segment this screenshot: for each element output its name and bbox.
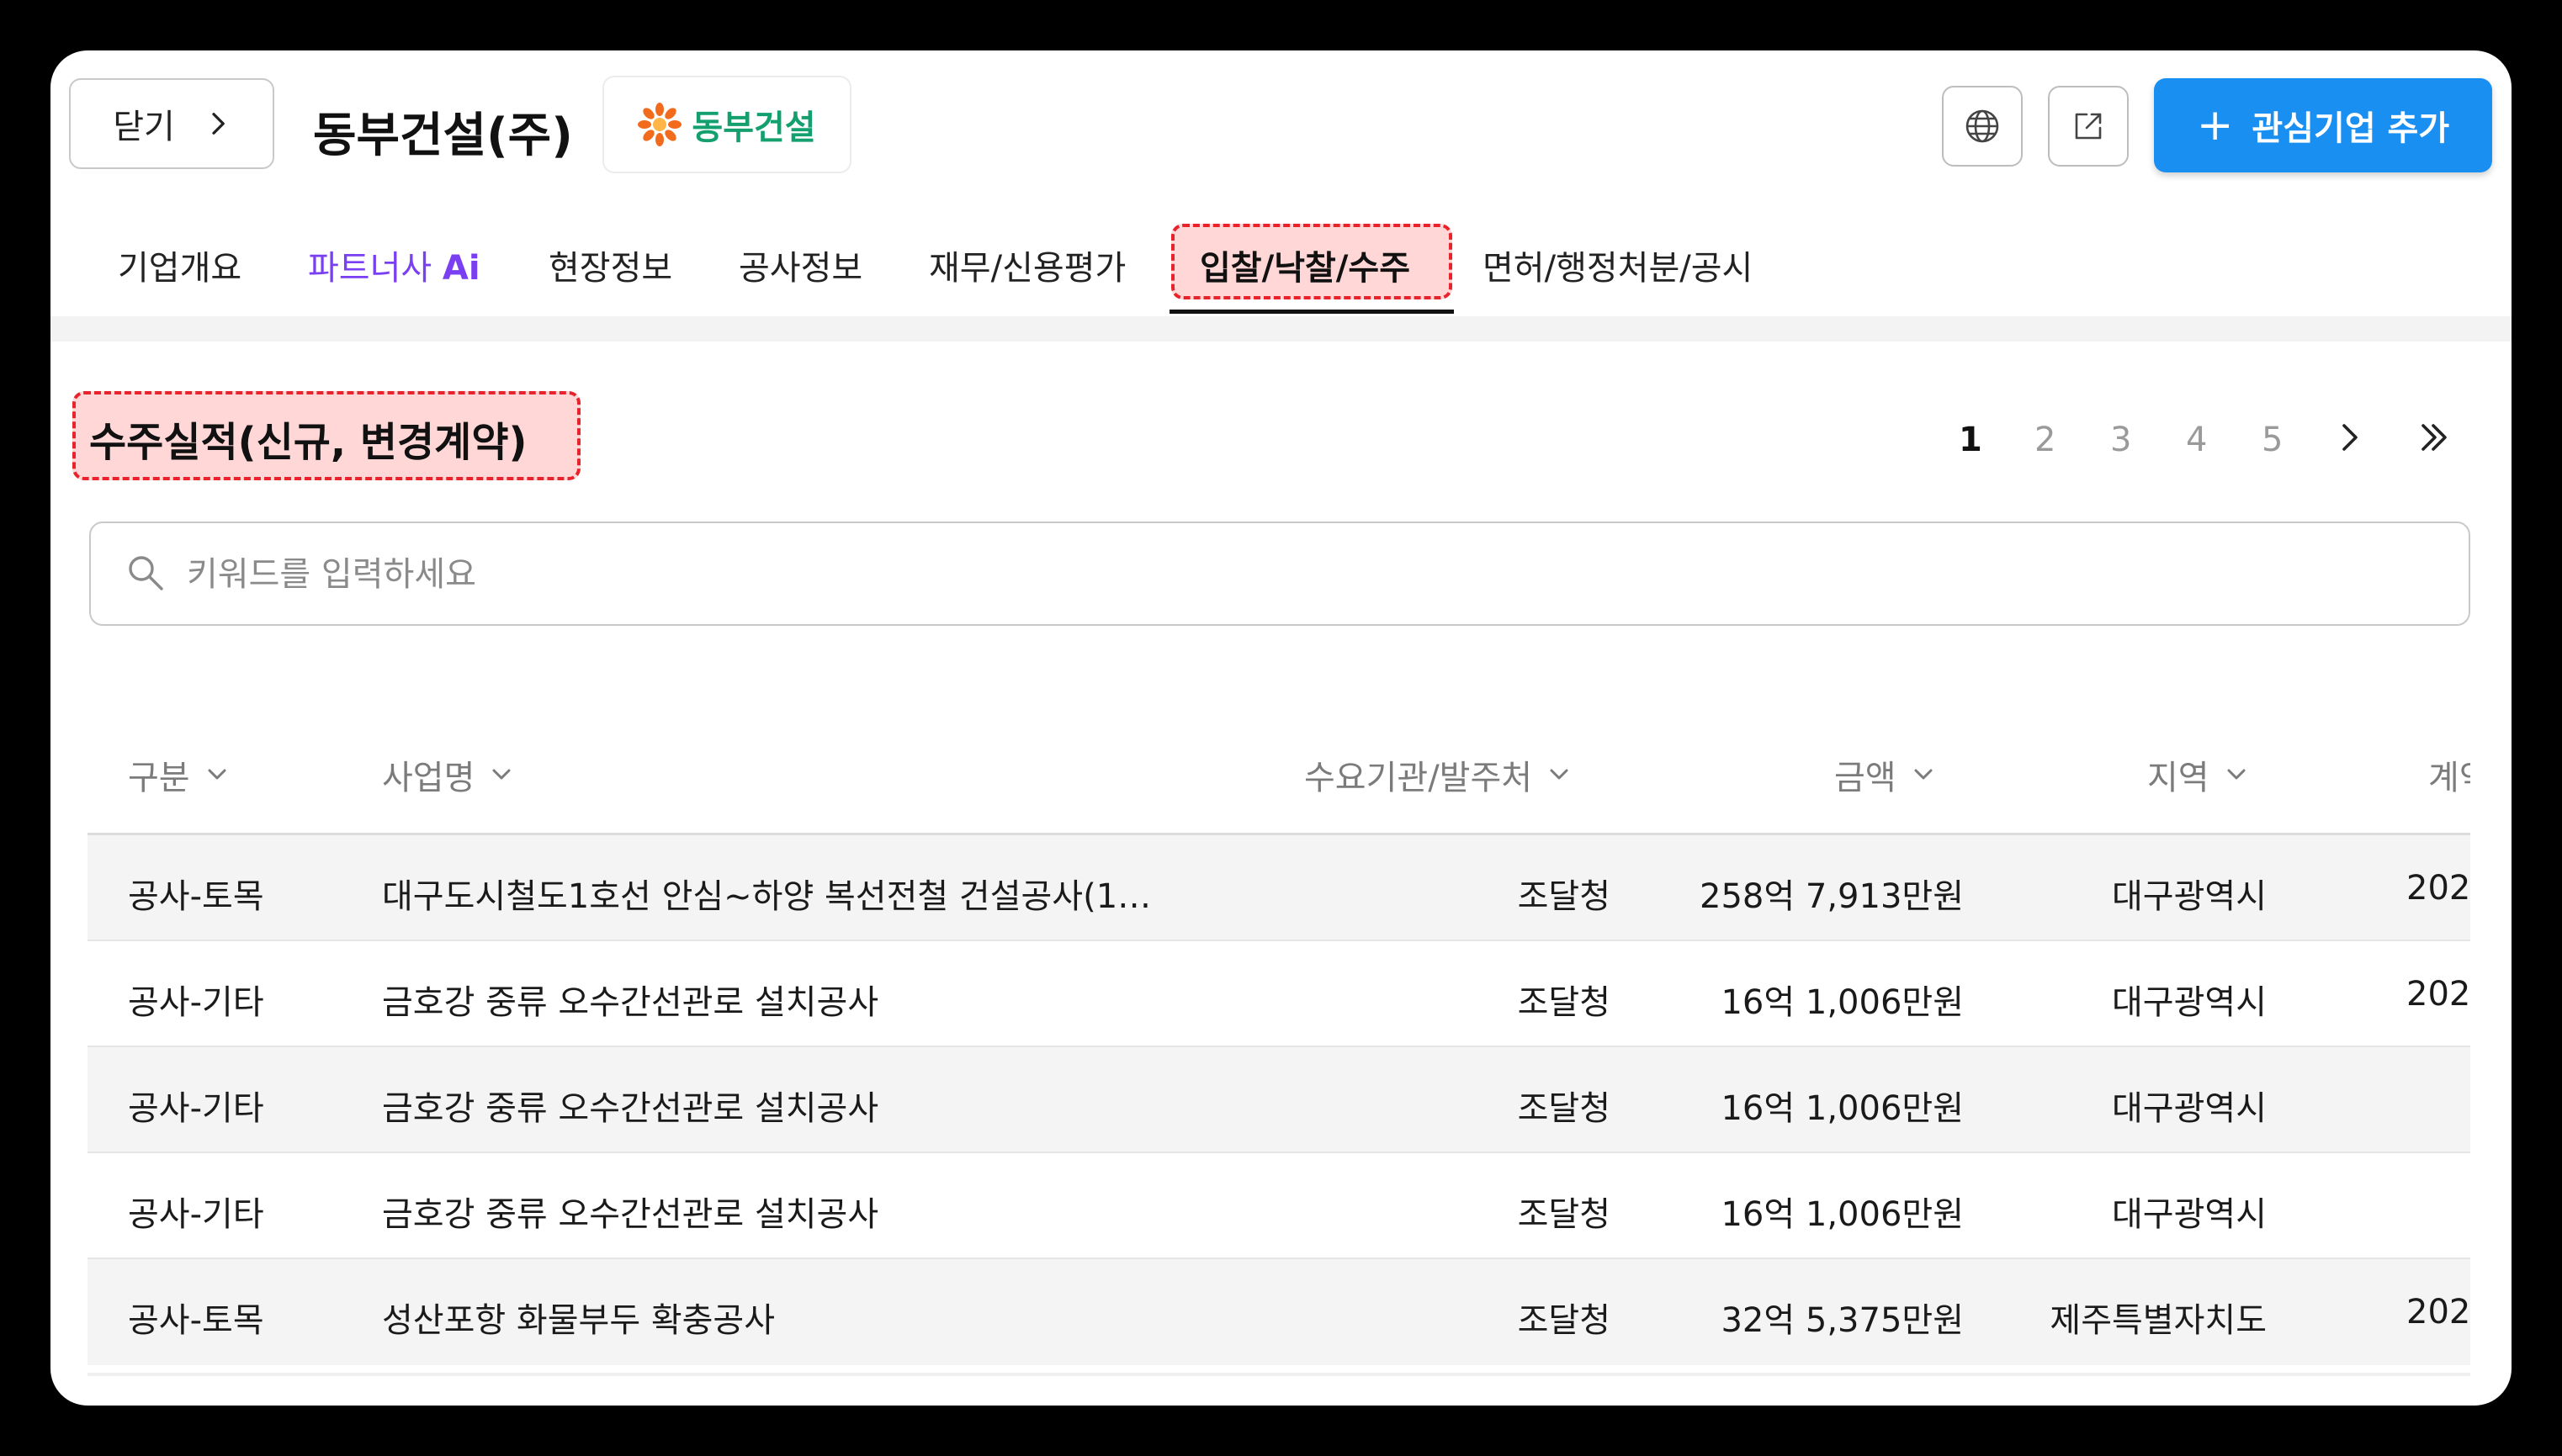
external-link-icon	[2075, 113, 2102, 140]
cell-amount: 16억 1,006만원	[1721, 983, 1964, 1022]
tab-divider	[50, 316, 2512, 341]
page-1[interactable]: 1	[1959, 421, 1982, 459]
company-detail-panel: 닫기 동부건설(주) 동부건설 + 관심기업 추가 기업개요 파트너사 Ai 현…	[50, 50, 2512, 1406]
tab-licenses-disclosures[interactable]: 면허/행정처분/공시	[1483, 241, 1753, 289]
close-button-label: 닫기	[113, 108, 175, 146]
plus-icon: +	[2196, 100, 2234, 151]
horizontal-scrollbar[interactable]	[88, 1373, 2470, 1376]
column-header-region[interactable]: 지역	[2147, 750, 2248, 799]
tab-partner-ai-suffix: Ai	[442, 249, 480, 288]
cell-type: 공사-기타	[128, 1195, 264, 1234]
tab-finance-credit[interactable]: 재무/신용평가	[929, 241, 1126, 289]
cell-project-name: 대구도시철도1호선 안심~하양 복선전철 건설공사(1…	[382, 877, 1152, 916]
chevron-down-icon	[1550, 769, 1568, 780]
cell-region: 대구광역시	[2112, 877, 2267, 916]
column-header-label: 사업명	[382, 759, 475, 797]
next-page-icon[interactable]	[2329, 417, 2369, 458]
sunflower-logo-icon	[638, 103, 682, 146]
page-2[interactable]: 2	[2034, 421, 2055, 459]
last-page-icon[interactable]	[2413, 417, 2453, 458]
column-header-type[interactable]: 구분	[128, 750, 229, 799]
contracts-table: 구분 사업명 수요기관/발주처 금액 지역 계약 공사-토목 대구도시철도1호선…	[88, 673, 2470, 1376]
tab-company-overview[interactable]: 기업개요	[118, 241, 241, 289]
chevron-down-icon	[208, 769, 226, 780]
cell-agency: 조달청	[1517, 1301, 1610, 1340]
table-row[interactable]: 공사-토목 성산포항 화물부두 확충공사 조달청 32억 5,375만원 제주특…	[88, 1259, 2470, 1365]
column-header-label: 계약	[2428, 759, 2470, 797]
language-button[interactable]	[1942, 86, 2023, 167]
open-external-button[interactable]	[2048, 86, 2129, 167]
page-3[interactable]: 3	[2110, 421, 2131, 459]
page-5[interactable]: 5	[2262, 421, 2283, 459]
cell-project-name: 금호강 중류 오수간선관로 설치공사	[382, 1195, 879, 1234]
column-header-project[interactable]: 사업명	[382, 750, 513, 799]
table-row[interactable]: 공사-기타 금호강 중류 오수간선관로 설치공사 조달청 16억 1,006만원…	[88, 1047, 2470, 1153]
column-header-label: 지역	[2147, 759, 2209, 797]
cell-contract-date: 2026	[2406, 1293, 2470, 1332]
cell-type: 공사-토목	[128, 1301, 264, 1340]
cell-region: 대구광역시	[2112, 1089, 2267, 1128]
cell-project-name: 성산포항 화물부두 확충공사	[382, 1301, 776, 1340]
cell-region: 대구광역시	[2112, 983, 2267, 1022]
table-row[interactable]: 공사-기타 금호강 중류 오수간선관로 설치공사 조달청 16억 1,006만원…	[88, 941, 2470, 1047]
cell-type: 공사-토목	[128, 877, 264, 916]
section-title: 수주실적(신규, 변경계약)	[89, 419, 528, 466]
chevron-down-icon	[1914, 769, 1933, 780]
close-button[interactable]: 닫기	[69, 78, 274, 169]
company-logo: 동부건설	[602, 76, 851, 173]
cell-amount: 16억 1,006만원	[1721, 1195, 1964, 1234]
column-header-agency[interactable]: 수요기관/발주처	[1304, 750, 1571, 799]
chevron-right-icon	[212, 113, 225, 135]
table-row[interactable]: 공사-기타 금호강 중류 오수간선관로 설치공사 조달청 16억 1,006만원…	[88, 1153, 2470, 1259]
cell-amount: 32억 5,375만원	[1721, 1301, 1964, 1340]
globe-icon	[1965, 109, 1999, 143]
keyword-search[interactable]	[89, 522, 2470, 626]
chevron-down-icon	[492, 769, 511, 780]
cell-region: 제주특별자치도	[2050, 1301, 2267, 1340]
search-icon	[129, 556, 163, 590]
chevron-down-icon	[2227, 769, 2246, 780]
device-frame: 닫기 동부건설(주) 동부건설 + 관심기업 추가 기업개요 파트너사 Ai 현…	[0, 0, 2562, 1456]
cell-type: 공사-기타	[128, 983, 264, 1022]
cell-region: 대구광역시	[2112, 1195, 2267, 1234]
cell-contract-date: 2024	[2406, 869, 2470, 908]
column-header-label: 구분	[128, 759, 190, 797]
add-favorite-company-button[interactable]: + 관심기업 추가	[2154, 78, 2492, 172]
logo-text: 동부건설	[692, 109, 816, 147]
cell-amount: 258억 7,913만원	[1700, 877, 1964, 916]
page-4[interactable]: 4	[2186, 421, 2207, 459]
column-header-label: 금액	[1834, 759, 1896, 797]
company-name: 동부건설(주)	[313, 109, 573, 163]
tab-partner-ai[interactable]: 파트너사 Ai	[308, 241, 480, 289]
cell-contract-date: 2026	[2406, 975, 2470, 1014]
tab-site-info[interactable]: 현장정보	[549, 241, 672, 289]
cell-agency: 조달청	[1517, 1089, 1610, 1128]
add-favorite-label: 관심기업 추가	[2252, 109, 2450, 148]
column-header-amount[interactable]: 금액	[1834, 750, 1935, 799]
cell-agency: 조달청	[1517, 1195, 1610, 1234]
tab-partner-label: 파트너사	[308, 249, 443, 288]
cell-amount: 16억 1,006만원	[1721, 1089, 1964, 1128]
cell-agency: 조달청	[1517, 877, 1610, 916]
tab-bidding-contracts[interactable]: 입찰/낙찰/수주	[1200, 241, 1410, 289]
column-header-contract[interactable]: 계약	[2428, 750, 2470, 799]
active-tab-indicator	[1170, 310, 1454, 314]
cell-type: 공사-기타	[128, 1089, 264, 1128]
table-row[interactable]: 공사-토목 대구도시철도1호선 안심~하양 복선전철 건설공사(1… 조달청 2…	[88, 835, 2470, 941]
search-input[interactable]	[185, 547, 2376, 602]
cell-project-name: 금호강 중류 오수간선관로 설치공사	[382, 1089, 879, 1128]
cell-project-name: 금호강 중류 오수간선관로 설치공사	[382, 983, 879, 1022]
column-header-label: 수요기관/발주처	[1304, 759, 1533, 797]
cell-agency: 조달청	[1517, 983, 1610, 1022]
tab-construction-info[interactable]: 공사정보	[739, 241, 862, 289]
